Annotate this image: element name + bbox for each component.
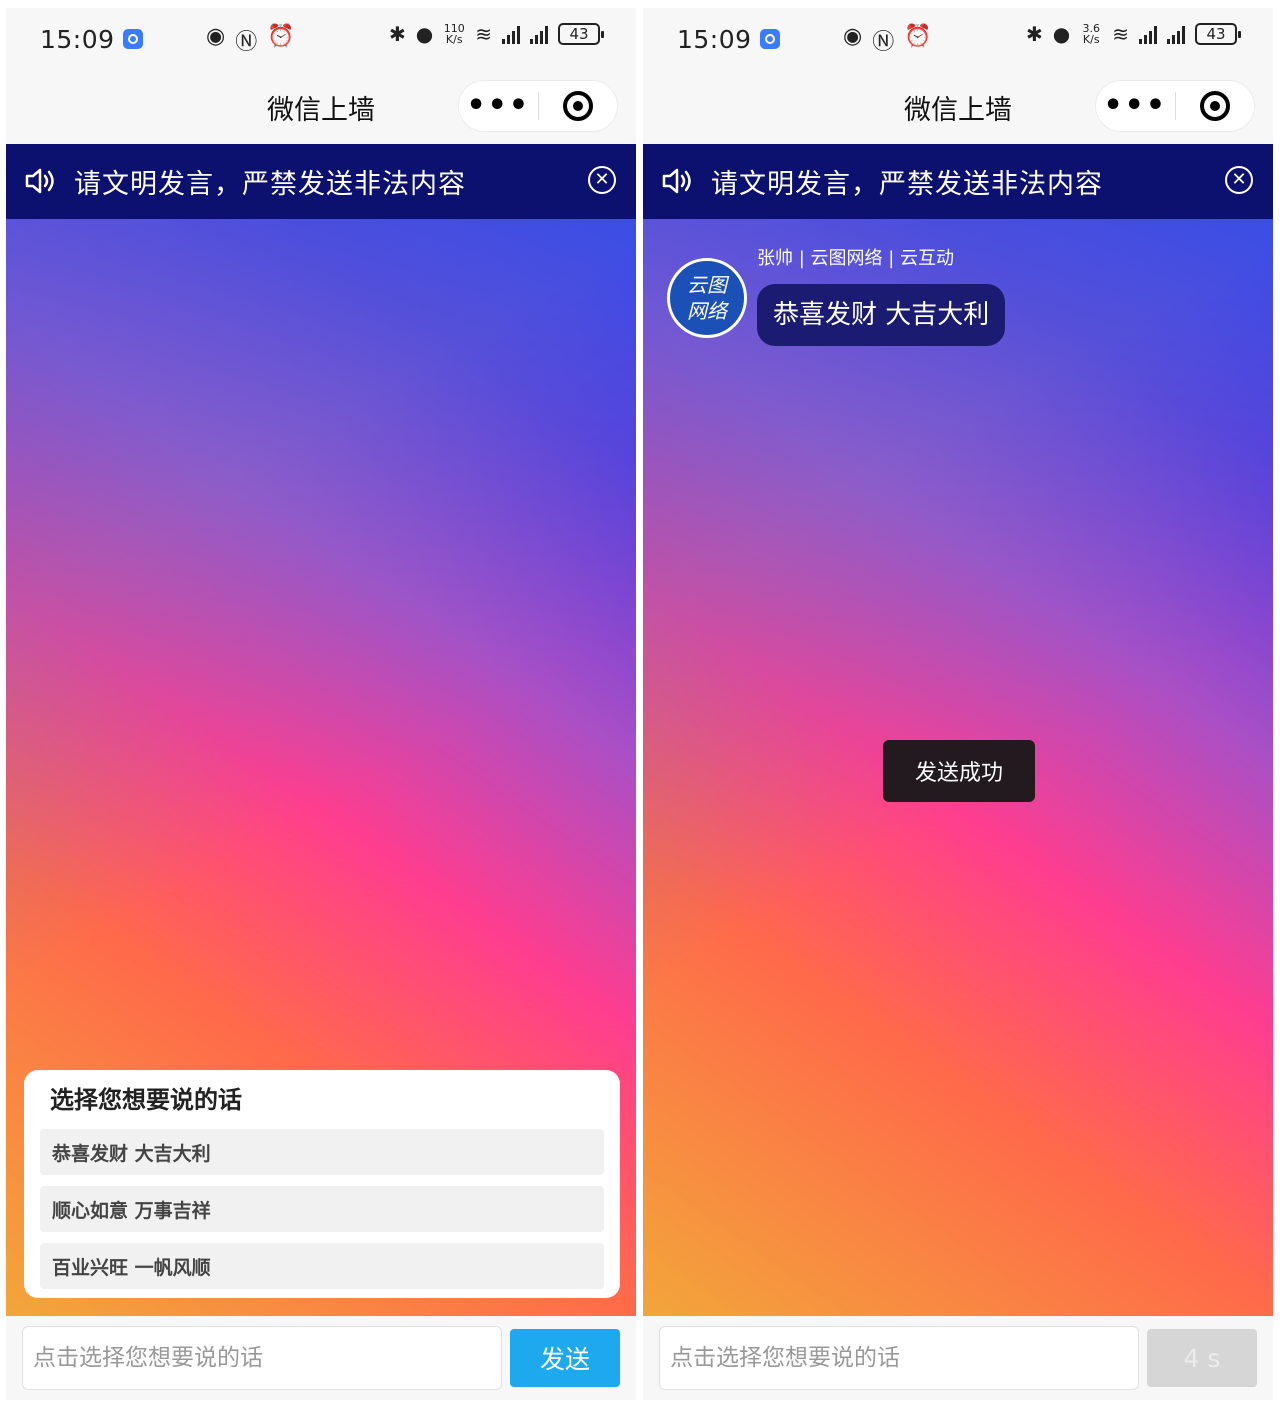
app-icon: [759, 29, 780, 49]
close-mini-program-button[interactable]: [539, 91, 618, 121]
signal-icon: [502, 24, 520, 44]
phrase-panel: 选择您想要说的话 恭喜发财 大吉大利 顺心如意 万事吉祥 百业兴旺 一帆风顺: [24, 1070, 620, 1298]
signal-icon: [530, 24, 548, 44]
notice-text: 请文明发言，严禁发送非法内容: [711, 169, 1103, 200]
bottom-input-bar: 发送: [6, 1316, 636, 1400]
send-button[interactable]: 发送: [510, 1329, 620, 1387]
chat-bubble: 恭喜发财 大吉大利: [757, 284, 1006, 346]
close-mini-program-button[interactable]: [1176, 91, 1255, 121]
status-bar: 15:09 ◉ Ⓝ ⏰ ✱ ● 110 K/s ≋ 43: [6, 8, 636, 70]
bottom-input-bar: 4 s: [643, 1316, 1273, 1400]
status-time: 15:09: [40, 24, 115, 54]
speaker-icon: [25, 168, 54, 194]
status-icons-right: ✱ ● 110 K/s ≋ 43: [389, 22, 604, 46]
message-input[interactable]: [659, 1326, 1139, 1390]
eye-icon: ◉: [843, 24, 863, 49]
target-icon: [1199, 91, 1230, 121]
wifi-icon: ≋: [475, 22, 492, 46]
wifi-icon: ≋: [1112, 22, 1129, 46]
chat-sender-name: 张帅 | 云图网络 | 云互动: [757, 248, 955, 269]
more-icon[interactable]: •••: [459, 91, 538, 121]
close-circle-icon[interactable]: ✕: [1225, 166, 1253, 194]
app-icon: [122, 29, 143, 49]
mini-program-capsule: •••: [1095, 80, 1255, 132]
location-icon: ●: [415, 22, 434, 46]
mini-program-capsule: •••: [458, 80, 618, 132]
phrase-option[interactable]: 恭喜发财 大吉大利: [40, 1129, 604, 1175]
battery-icon: 43: [1195, 23, 1241, 45]
notice-bar: 请文明发言，严禁发送非法内容 ✕: [643, 144, 1273, 219]
phone-screen-left: 15:09 ◉ Ⓝ ⏰ ✱ ● 110 K/s ≋ 43 微信上墙 ••• 请文…: [6, 8, 636, 1400]
status-icons-left: ◉ Ⓝ ⏰: [843, 24, 932, 56]
phrase-option[interactable]: 顺心如意 万事吉祥: [40, 1186, 604, 1232]
network-speed: 3.6 K/s: [1082, 22, 1100, 46]
more-icon[interactable]: •••: [1096, 91, 1175, 121]
nav-bar: 微信上墙 •••: [643, 70, 1273, 144]
main-gradient-area: 请文明发言，严禁发送非法内容 ✕ 云图 网络 张帅 | 云图网络 | 云互动 恭…: [643, 144, 1273, 1316]
avatar-text: 网络: [687, 299, 727, 323]
phone-screen-right: 15:09 ◉ Ⓝ ⏰ ✱ ● 3.6 K/s ≋ 43 微信上墙 ••• 请文…: [643, 8, 1273, 1400]
nav-bar: 微信上墙 •••: [6, 70, 636, 144]
alarm-icon: ⏰: [267, 24, 295, 49]
target-icon: [562, 91, 593, 121]
nfc-icon: Ⓝ: [872, 30, 895, 55]
avatar: 云图 网络: [667, 258, 747, 338]
bluetooth-icon: ✱: [389, 22, 406, 46]
send-countdown-button[interactable]: 4 s: [1147, 1329, 1257, 1387]
eye-icon: ◉: [206, 24, 226, 49]
status-time: 15:09: [677, 24, 752, 54]
nfc-icon: Ⓝ: [235, 30, 258, 55]
avatar-text: 云图: [687, 273, 727, 297]
notice-bar: 请文明发言，严禁发送非法内容 ✕: [6, 144, 636, 219]
toast-message: 发送成功: [883, 740, 1035, 802]
location-icon: ●: [1052, 22, 1071, 46]
phrase-option[interactable]: 百业兴旺 一帆风顺: [40, 1243, 604, 1289]
signal-icon: [1167, 24, 1185, 44]
close-circle-icon[interactable]: ✕: [588, 166, 616, 194]
status-icons-left: ◉ Ⓝ ⏰: [206, 24, 295, 56]
signal-icon: [1139, 24, 1157, 44]
phrase-panel-title: 选择您想要说的话: [50, 1086, 242, 1114]
notice-text: 请文明发言，严禁发送非法内容: [74, 169, 466, 200]
status-icons-right: ✱ ● 3.6 K/s ≋ 43: [1026, 22, 1241, 46]
main-gradient-area: 请文明发言，严禁发送非法内容 ✕ 选择您想要说的话 恭喜发财 大吉大利 顺心如意…: [6, 144, 636, 1316]
status-bar: 15:09 ◉ Ⓝ ⏰ ✱ ● 3.6 K/s ≋ 43: [643, 8, 1273, 70]
message-input[interactable]: [22, 1326, 502, 1390]
network-speed: 110 K/s: [443, 22, 465, 46]
alarm-icon: ⏰: [904, 24, 932, 49]
bluetooth-icon: ✱: [1026, 22, 1043, 46]
battery-icon: 43: [558, 23, 604, 45]
speaker-icon: [662, 168, 691, 194]
